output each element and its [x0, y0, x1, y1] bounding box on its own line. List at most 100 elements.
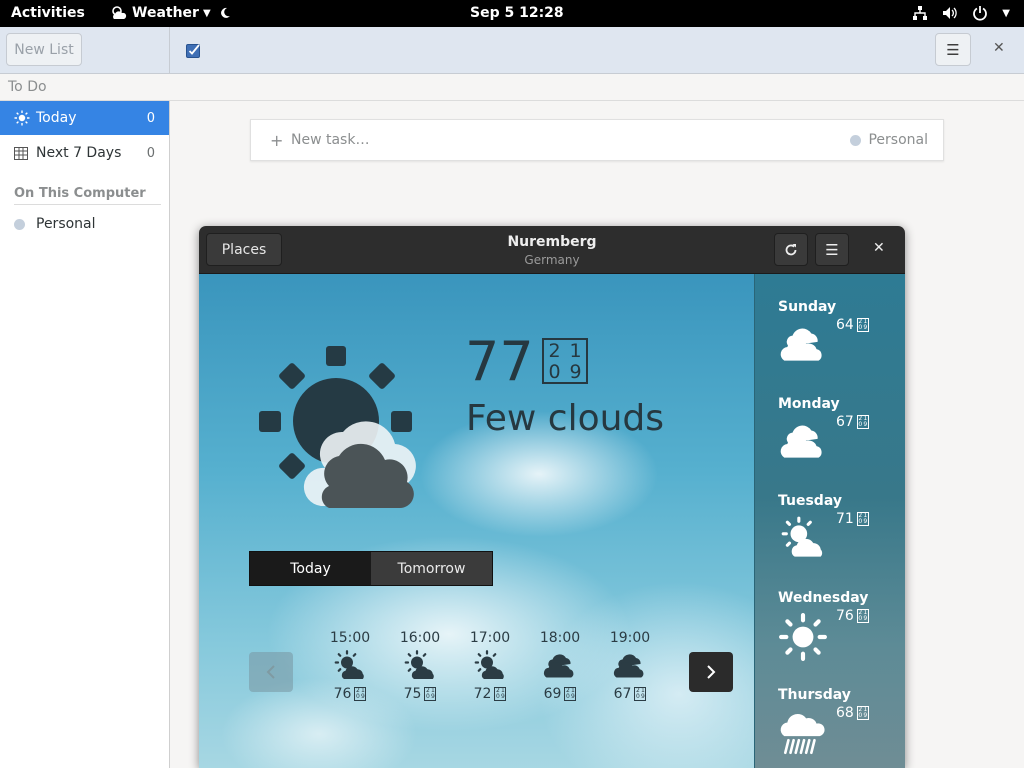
temperature-unit-glyph: 2109 [856, 512, 869, 526]
day-temperature: 76 [836, 608, 854, 624]
todo-title-bar: To Do [0, 74, 1024, 101]
sidebar-section-title: On This Computer [14, 186, 146, 201]
moon-icon [220, 7, 230, 18]
rain-icon [778, 709, 828, 763]
weather-menu-button[interactable]: ☰ [815, 233, 849, 266]
app-menu[interactable]: Weather ▼ [110, 5, 231, 21]
temperature-unit-glyph: 2109 [354, 687, 367, 701]
chevron-down-icon: ▼ [202, 7, 211, 19]
window-title: To Do [8, 79, 47, 95]
next-hours-button[interactable] [689, 652, 733, 692]
refresh-icon [785, 243, 797, 255]
checkbox-icon[interactable] [186, 43, 201, 58]
hour-temperature: 72 [473, 686, 492, 702]
hamburger-icon: ☰ [946, 40, 960, 59]
temperature-unit-glyph: 2109 [564, 687, 577, 701]
task-count: 0 [146, 145, 155, 161]
temperature-unit-glyph: 21 09 [542, 338, 588, 384]
temperature-unit-glyph: 2109 [856, 706, 869, 720]
hour-time: 19:00 [609, 630, 651, 646]
sidebar-item-label: Personal [36, 216, 96, 232]
sidebar-item-personal[interactable]: Personal [0, 207, 169, 241]
day-name: Wednesday [778, 590, 869, 606]
volume-icon [943, 7, 958, 19]
current-condition: Few clouds [466, 398, 665, 439]
day-temperature: 68 [836, 705, 854, 721]
sidebar-item-label: Today [36, 110, 77, 126]
hamburger-icon: ☰ [825, 240, 839, 259]
todo-headerbar: New List ☰ ✕ [0, 27, 1024, 74]
day-name: Tuesday [778, 493, 842, 509]
day-temperature: 64 [836, 317, 854, 333]
task-list-selector[interactable]: Personal [850, 132, 928, 148]
forecast-tabs: Today Tomorrow [249, 551, 493, 586]
header-separator [169, 27, 170, 74]
weather-app-icon [112, 6, 127, 19]
weather-window: Places Nuremberg Germany ☰ ✕ 77 2 1 0 9 … [199, 226, 905, 768]
plus-icon: + [270, 131, 284, 150]
daily-item: Tuesday 71 2 1 0 9 [778, 493, 898, 557]
previous-hours-button[interactable] [249, 652, 293, 692]
chevron-left-icon [266, 665, 275, 679]
overcast-icon [600, 648, 660, 686]
sidebar-item-today[interactable]: Today 0 [0, 101, 169, 135]
refresh-button[interactable] [774, 233, 808, 266]
daily-item: Sunday 64 2 1 0 9 [778, 299, 898, 361]
overcast-icon [530, 648, 590, 686]
clear-icon [778, 612, 828, 666]
top-bar: Activities Weather ▼ Sep 5 12:28 ▼ [0, 0, 1024, 27]
list-color-dot [850, 134, 862, 146]
day-name: Thursday [778, 687, 851, 703]
close-icon[interactable]: ✕ [873, 240, 885, 256]
new-list-button[interactable]: New List [6, 33, 82, 66]
sidebar-item-next-7-days[interactable]: Next 7 Days 0 [0, 136, 169, 170]
network-icon [913, 6, 928, 20]
hourly-item: 15:00 76 2 1 0 9 [320, 630, 380, 702]
todo-sidebar: Today 0 Next 7 Days 0 On This Computer P… [0, 101, 170, 768]
few-clouds-icon [259, 346, 416, 509]
few-clouds-icon [460, 648, 520, 686]
hour-time: 18:00 [539, 630, 581, 646]
hamburger-menu-button[interactable]: ☰ [935, 33, 971, 66]
daily-item: Thursday 68 2 1 0 9 [778, 687, 898, 755]
hourly-item: 17:00 72 2 1 0 9 [460, 630, 520, 702]
overcast-icon [778, 418, 828, 472]
hour-temperature: 75 [403, 686, 422, 702]
temperature-unit-glyph: 2109 [494, 687, 507, 701]
close-icon[interactable]: ✕ [993, 40, 1005, 56]
activities-button[interactable]: Activities [11, 5, 85, 21]
hour-time: 17:00 [469, 630, 511, 646]
section-divider [14, 204, 161, 205]
chevron-down-icon: ▼ [1002, 7, 1010, 19]
chevron-right-icon [707, 665, 716, 679]
daily-item: Monday 67 2 1 0 9 [778, 396, 898, 458]
daily-forecast: Sunday 64 2 1 0 9 Monday 67 2 1 0 9 Tuesday 71 2 1 0 9… [754, 274, 905, 768]
weather-headerbar: Places Nuremberg Germany ☰ ✕ [199, 226, 905, 274]
day-temperature: 71 [836, 511, 854, 527]
task-count: 0 [146, 110, 155, 126]
hour-temperature: 67 [613, 686, 632, 702]
power-icon [973, 6, 988, 21]
few-clouds-icon [778, 515, 828, 569]
tab-today[interactable]: Today [250, 552, 371, 585]
hourly-item: 16:00 75 2 1 0 9 [390, 630, 450, 702]
hour-time: 16:00 [399, 630, 441, 646]
tab-tomorrow[interactable]: Tomorrow [371, 552, 492, 585]
app-name: Weather [132, 5, 199, 21]
hour-time: 15:00 [329, 630, 371, 646]
few-clouds-icon [390, 648, 450, 686]
day-name: Sunday [778, 299, 837, 315]
temperature-unit-glyph: 2109 [424, 687, 437, 701]
temperature-unit-glyph: 2109 [856, 318, 869, 332]
sun-icon [14, 110, 30, 126]
hour-temperature: 76 [333, 686, 352, 702]
system-tray[interactable]: ▼ [912, 5, 1010, 21]
new-task-placeholder[interactable]: New task… [291, 132, 369, 148]
task-list-name: Personal [868, 132, 928, 148]
clock[interactable]: Sep 5 12:28 [470, 5, 564, 21]
overcast-icon [778, 321, 828, 375]
current-temperature: 77 [465, 330, 534, 393]
daily-item: Wednesday 76 2 1 0 9 [778, 590, 898, 661]
new-task-entry[interactable]: + New task… Personal [250, 119, 944, 161]
day-name: Monday [778, 396, 840, 412]
